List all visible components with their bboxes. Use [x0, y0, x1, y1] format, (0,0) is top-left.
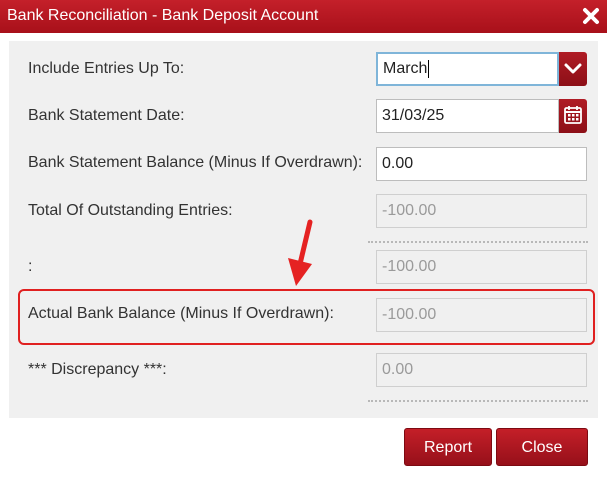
close-button[interactable]: Close — [496, 428, 588, 466]
calendar-button[interactable] — [559, 99, 587, 133]
calendar-icon — [564, 106, 582, 124]
close-icon[interactable] — [580, 5, 602, 27]
outstanding-entries-label: Total Of Outstanding Entries: — [28, 202, 233, 219]
actual-balance-label: Actual Bank Balance (Minus If Overdrawn)… — [28, 305, 334, 322]
outstanding-entries-field: -100.00 — [376, 194, 587, 228]
bank-reconciliation-dialog: Bank Reconciliation - Bank Deposit Accou… — [0, 0, 607, 478]
title-bar: Bank Reconciliation - Bank Deposit Accou… — [0, 0, 607, 33]
text-caret — [428, 59, 430, 78]
arrow-annotation — [288, 219, 313, 286]
discrepancy-field: 0.00 — [376, 353, 587, 387]
divider — [368, 241, 588, 243]
include-entries-value: March — [383, 60, 428, 77]
statement-date-label: Bank Statement Date: — [28, 107, 185, 124]
dialog-title: Bank Reconciliation - Bank Deposit Accou… — [7, 7, 319, 24]
divider — [368, 400, 588, 402]
dropdown-button[interactable] — [559, 52, 587, 86]
subtotal-label: : — [28, 258, 33, 275]
report-button[interactable]: Report — [404, 428, 492, 466]
subtotal-field: -100.00 — [376, 250, 587, 284]
statement-balance-input[interactable]: 0.00 — [376, 147, 587, 181]
include-entries-select[interactable]: March — [376, 52, 559, 86]
chevron-down-icon — [564, 63, 582, 74]
include-entries-label: Include Entries Up To: — [28, 60, 185, 77]
actual-balance-field: -100.00 — [376, 298, 587, 332]
statement-date-field[interactable]: 31/03/25 — [376, 99, 559, 133]
statement-balance-label: Bank Statement Balance (Minus If Overdra… — [28, 154, 363, 171]
discrepancy-label: *** Discrepancy ***: — [28, 361, 167, 378]
